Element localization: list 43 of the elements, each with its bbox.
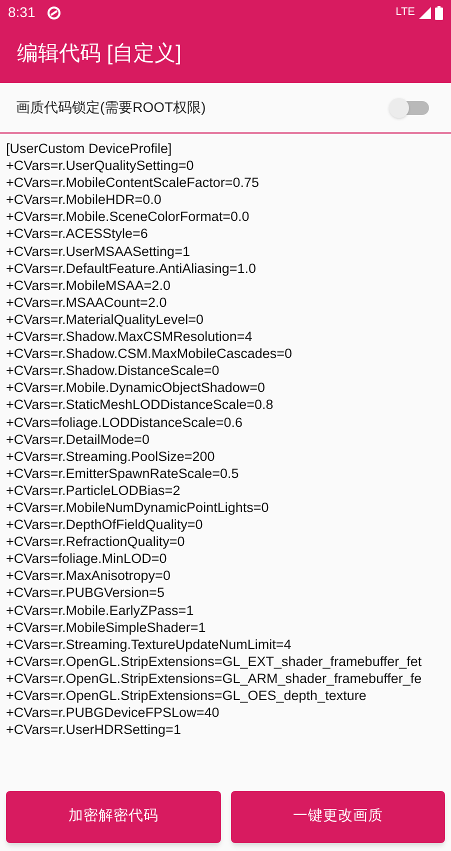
- code-line: +CVars=r.MobileNumDynamicPointLights=0: [6, 498, 269, 516]
- code-line: +CVars=r.PUBGVersion=5: [6, 584, 164, 602]
- battery-icon: [435, 6, 443, 20]
- action-button[interactable]: 加密解密代码: [6, 791, 220, 843]
- code-line: +CVars=r.RefractionQuality=0: [6, 533, 185, 550]
- status-time: 8:31: [8, 3, 36, 22]
- code-line: +CVars=r.MobileContentScaleFactor=0.75: [6, 174, 260, 192]
- code-line: +CVars=r.Shadow.CSM.MaxMobileCascades=0: [6, 345, 292, 362]
- code-line: +CVars=r.EmitterSpawnRateScale=0.5: [6, 464, 239, 482]
- code-line: +CVars=r.UserHDRSetting=1: [6, 721, 181, 738]
- app-title: 编辑代码 [自定义]: [17, 41, 182, 68]
- code-line: +CVars=r.PUBGDeviceFPSLow=40: [6, 704, 220, 722]
- code-line: +CVars=r.DetailMode=0: [6, 430, 150, 448]
- code-line: +CVars=r.MSAACount=2.0: [6, 294, 167, 311]
- action-button[interactable]: 一键更改画质: [230, 791, 445, 843]
- code-line: +CVars=r.OpenGL.StripExtensions=GL_OES_depth_texture: [6, 687, 366, 704]
- code-line: +CVars=r.DepthOfFieldQuality=0: [6, 516, 203, 534]
- code-line: +CVars=r.Streaming.TextureUpdateNumLimit=4: [6, 636, 292, 653]
- code-line: +CVars=r.ACESStyle=6: [6, 225, 148, 243]
- code-line: +CVars=r.Mobile.EarlyZPass=1: [6, 602, 194, 619]
- code-line: +CVars=r.ParticleLODBias=2: [6, 482, 180, 499]
- code-line: +CVars=r.StaticMeshLODDistanceScale=0.8: [6, 396, 274, 414]
- code-line: +CVars=foliage.MinLOD=0: [6, 550, 167, 568]
- code-line: +CVars=r.MobileHDR=0.0: [6, 191, 162, 208]
- code-line: +CVars=r.Shadow.MaxCSMResolution=4: [6, 328, 252, 346]
- code-line: [UserCustom DeviceProfile]: [6, 140, 172, 158]
- code-line: +CVars=r.OpenGL.StripExtensions=GL_EXT_shader_framebuffer_fet: [6, 652, 422, 670]
- code-line: +CVars=r.MaterialQualityLevel=0: [6, 310, 204, 328]
- code-line: +CVars=r.MobileSimpleShader=1: [6, 618, 206, 636]
- signal-icon: [419, 6, 431, 18]
- code-line: +CVars=r.Shadow.DistanceScale=0: [6, 362, 220, 380]
- code-line: +CVars=r.Streaming.PoolSize=200: [6, 448, 215, 465]
- network-type: LTE: [396, 5, 415, 20]
- code-line: +CVars=r.DefaultFeature.AntiAliasing=1.0: [6, 260, 256, 277]
- code-line: +CVars=r.OpenGL.StripExtensions=GL_ARM_shader_framebuffer_fe: [6, 670, 422, 687]
- code-line: +CVars=r.MobileMSAA=2.0: [6, 276, 170, 294]
- code-line: +CVars=r.Mobile.SceneColorFormat=0.0: [6, 208, 250, 226]
- code-line: +CVars=r.UserQualitySetting=0: [6, 157, 194, 174]
- code-line: +CVars=r.MaxAnisotropy=0: [6, 567, 170, 584]
- code-line: +CVars=foliage.LODDistanceScale=0.6: [6, 414, 243, 431]
- code-line: +CVars=r.UserMSAASetting=1: [6, 242, 190, 260]
- code-line: +CVars=r.Mobile.DynamicObjectShadow=0: [6, 379, 265, 396]
- lock-setting-label: 画质代码锁定(需要ROOT权限): [16, 98, 206, 117]
